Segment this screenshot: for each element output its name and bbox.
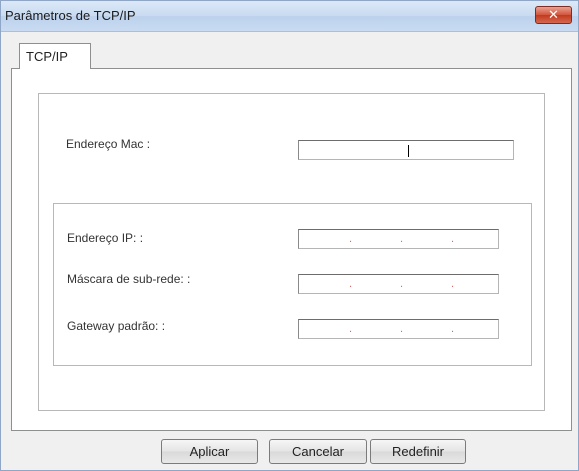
text-caret <box>408 145 409 157</box>
reset-button[interactable]: Redefinir <box>370 439 466 464</box>
subnet-mask-label: Máscara de sub-rede: : <box>67 272 191 286</box>
ip-octet-separator: . <box>451 233 455 245</box>
close-button[interactable]: ✕ <box>535 6 572 24</box>
ip-octet-separator: . <box>400 233 404 245</box>
ip-octet-separator: . <box>451 278 455 290</box>
close-icon: ✕ <box>548 7 559 23</box>
ip-address-field[interactable]: . . . <box>298 229 499 249</box>
ip-octet-separator: . <box>451 323 455 335</box>
cancel-button[interactable]: Cancelar <box>269 439 367 464</box>
mac-address-label: Endereço Mac : <box>66 137 151 151</box>
ip-address-label: Endereço IP: : <box>67 231 144 245</box>
window-title: Parâmetros de TCP/IP <box>5 8 136 23</box>
subnet-mask-field[interactable]: . . . <box>298 274 499 294</box>
gateway-field[interactable]: . . . <box>298 319 499 339</box>
ip-octet-separator: . <box>349 323 353 335</box>
tab-tcpip[interactable]: TCP/IP <box>19 43 91 69</box>
ip-octet-separator: . <box>349 278 353 290</box>
mac-address-field[interactable] <box>298 140 514 160</box>
gateway-label: Gateway padrão: : <box>67 319 166 333</box>
title-bar[interactable]: Parâmetros de TCP/IP ✕ <box>1 1 578 32</box>
apply-button[interactable]: Aplicar <box>161 439 258 464</box>
tab-tcpip-label: TCP/IP <box>26 49 68 64</box>
ip-octet-separator: . <box>349 233 353 245</box>
ip-octet-separator: . <box>400 323 404 335</box>
ip-octet-separator: . <box>400 278 404 290</box>
tcpip-dialog: Parâmetros de TCP/IP ✕ TCP/IP Endereço M… <box>0 0 579 471</box>
